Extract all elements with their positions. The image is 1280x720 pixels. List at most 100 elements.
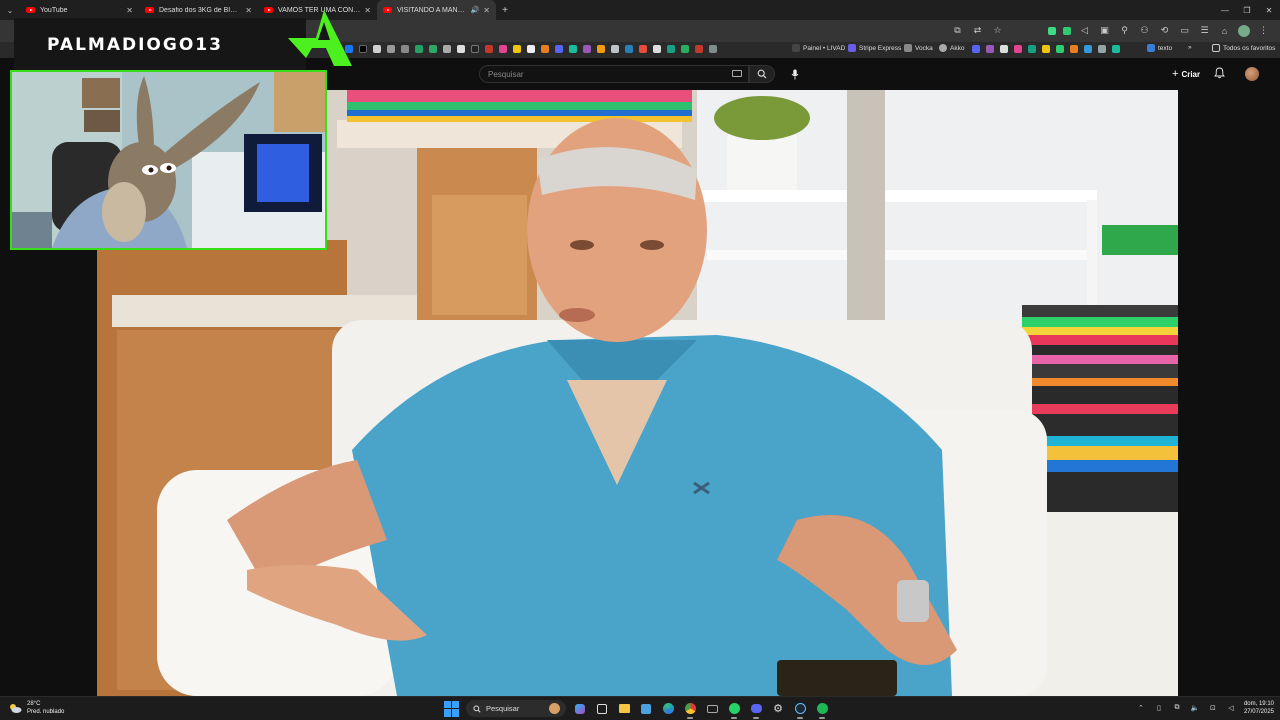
browser-tab-visitando[interactable]: VISITANDO A MANSÃO DO 🔊 ✕	[377, 0, 496, 20]
bookmark-icon[interactable]	[583, 45, 591, 53]
translate-icon[interactable]: ⇄	[971, 24, 984, 37]
bookmark-painel-livad[interactable]: Painel • LIVAD	[792, 44, 845, 52]
task-view-icon[interactable]	[594, 701, 610, 717]
all-bookmarks-folder[interactable]: Todos os favoritos	[1212, 44, 1275, 52]
system-clock[interactable]: dom, 19:10 27/07/2025	[1244, 700, 1274, 716]
bookmark-icon[interactable]	[1098, 45, 1106, 53]
bookmark-icon[interactable]	[569, 45, 577, 53]
star-icon[interactable]: ☆	[991, 24, 1004, 37]
battery-icon[interactable]: ▯	[1154, 703, 1164, 713]
media-app-icon[interactable]	[704, 701, 720, 717]
browser-profile-avatar[interactable]	[1238, 24, 1250, 37]
more-icon[interactable]: ⋮	[1257, 24, 1270, 37]
streamer-banner: PALMADIOGO13	[14, 18, 306, 72]
new-tab-button[interactable]: +	[496, 5, 514, 16]
bookmark-icon[interactable]	[1000, 45, 1008, 53]
bookmark-icon[interactable]	[625, 45, 633, 53]
bookmark-icon[interactable]	[471, 45, 479, 53]
bookmark-icon[interactable]	[639, 45, 647, 53]
bookmark-icon[interactable]	[1042, 45, 1050, 53]
speaker-icon[interactable]: 🔊	[471, 6, 480, 14]
discord-icon[interactable]	[748, 701, 764, 719]
install-app-icon[interactable]: ⧉	[951, 24, 964, 37]
bookmark-icon[interactable]	[1084, 45, 1092, 53]
bookmark-icon[interactable]	[653, 45, 661, 53]
search-input[interactable]	[488, 66, 718, 82]
create-button[interactable]: + Criar	[1166, 65, 1206, 83]
profile-switch-icon[interactable]: ⚇	[1138, 24, 1151, 37]
file-explorer-icon[interactable]	[616, 701, 632, 717]
volume-icon[interactable]: 🔈	[1190, 703, 1200, 713]
weather-desc: Pred. nublado	[27, 709, 65, 715]
sheets-bookmark-icon[interactable]	[415, 45, 423, 53]
spotify-icon[interactable]	[814, 701, 830, 719]
settings-gear-icon[interactable]: ⚙	[770, 701, 786, 717]
more-bookmarks-chevron-icon[interactable]: »	[1188, 44, 1192, 51]
split-view-icon[interactable]: ▭	[1178, 24, 1191, 37]
bookmark-stripe-express[interactable]: Stripe Express	[848, 44, 901, 52]
bookmark-icon[interactable]	[541, 45, 549, 53]
cast-icon[interactable]: ⌂	[1218, 24, 1231, 37]
bookmark-icon[interactable]	[457, 45, 465, 53]
bookmark-icon[interactable]	[611, 45, 619, 53]
windows-start-icon[interactable]	[444, 700, 460, 717]
search-highlight-icon	[549, 703, 560, 714]
store-icon[interactable]	[638, 701, 654, 717]
bookmark-icon[interactable]	[709, 45, 717, 53]
tab-close-icon[interactable]: ✕	[483, 6, 490, 15]
bookmark-icon[interactable]	[429, 45, 437, 53]
taskbar-search[interactable]: Pesquisar	[466, 700, 566, 717]
extension-icon[interactable]	[1048, 26, 1056, 35]
screen: ⌄ YouTube ✕ Desafio dos 3KG de BIFE!! Pa…	[0, 0, 1280, 720]
bookmark-icon[interactable]	[1112, 45, 1120, 53]
network-icon[interactable]: ⧉	[1172, 703, 1182, 713]
bookmark-icon[interactable]	[667, 45, 675, 53]
steam-icon[interactable]	[792, 701, 808, 719]
copilot-icon[interactable]	[572, 701, 588, 717]
whatsapp-icon[interactable]	[726, 701, 742, 719]
weather-widget[interactable]: 28°C Pred. nublado	[8, 700, 64, 716]
bookmark-icon[interactable]	[527, 45, 535, 53]
bookmark-icon[interactable]	[387, 45, 395, 53]
bookmark-icon[interactable]	[443, 45, 451, 53]
bookmark-icon[interactable]	[1014, 45, 1022, 53]
bookmark-icon[interactable]	[1028, 45, 1036, 53]
x-bookmark-icon[interactable]	[359, 45, 367, 53]
bookmark-texto[interactable]: texto	[1147, 44, 1172, 52]
bookmark-akko[interactable]: Akko	[939, 44, 964, 52]
puzzle-icon[interactable]: ⚲	[1118, 24, 1131, 37]
tab-close-icon[interactable]: ✕	[364, 6, 371, 15]
bookmark-icon[interactable]	[499, 45, 507, 53]
bookmark-icon[interactable]	[597, 45, 605, 53]
bookmark-icon[interactable]	[513, 45, 521, 53]
menu-icon[interactable]: ☰	[1198, 24, 1211, 37]
discord-bookmark-icon[interactable]	[555, 45, 563, 53]
chrome-icon[interactable]	[682, 701, 698, 719]
notification-bell-icon[interactable]: ⊡	[1208, 703, 1218, 713]
bookmark-icon[interactable]	[401, 45, 409, 53]
extension-icon[interactable]	[1063, 26, 1071, 35]
minimize-icon[interactable]: —	[1214, 0, 1236, 20]
search-button[interactable]	[749, 65, 775, 83]
bookmark-icon[interactable]	[485, 45, 493, 53]
notifications-button[interactable]	[1214, 66, 1225, 84]
bookmark-icon[interactable]	[1070, 45, 1078, 53]
bookmark-icon[interactable]	[695, 45, 703, 53]
chevron-up-icon[interactable]: ⌃	[1136, 703, 1146, 713]
ublock-icon[interactable]: ▣	[1098, 24, 1111, 37]
volume-extension-icon[interactable]: ◁	[1078, 24, 1091, 37]
bookmark-icon[interactable]	[972, 45, 980, 53]
bookmark-icon[interactable]	[373, 45, 381, 53]
history-icon[interactable]: ⟲	[1158, 24, 1171, 37]
bookmark-icon[interactable]	[681, 45, 689, 53]
bookmark-icon[interactable]	[1056, 45, 1064, 53]
user-avatar[interactable]	[1245, 67, 1259, 81]
keyboard-icon[interactable]	[732, 70, 742, 77]
edge-icon[interactable]	[660, 701, 676, 717]
voice-search-button[interactable]	[786, 65, 804, 83]
speaker-tray-icon[interactable]: ◁	[1226, 703, 1236, 713]
bookmark-vocka[interactable]: Vocka	[904, 44, 933, 52]
bookmark-icon[interactable]	[986, 45, 994, 53]
maximize-icon[interactable]: ❐	[1236, 0, 1258, 20]
close-window-icon[interactable]: ✕	[1258, 0, 1280, 20]
